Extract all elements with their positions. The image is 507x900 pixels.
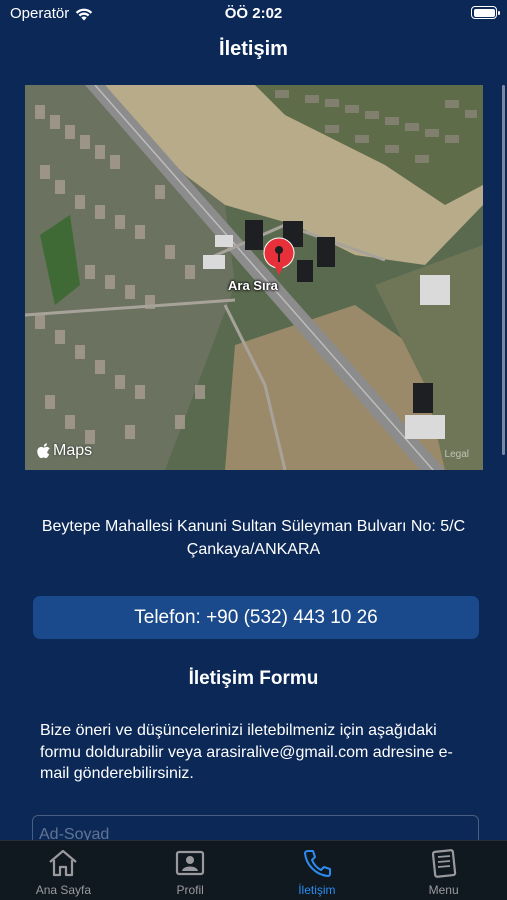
menu-book-icon — [431, 849, 456, 878]
map-legal-link[interactable]: Legal — [445, 449, 469, 460]
page-title: İletişim — [219, 38, 288, 60]
map-view[interactable]: Ara Sıra Maps Legal — [25, 85, 483, 470]
battery-icon — [471, 6, 500, 19]
address-text: Beytepe Mahallesi Kanuni Sultan Süleyman… — [41, 518, 466, 558]
map-pin-label: Ara Sıra — [228, 278, 278, 293]
maps-logo: Maps — [37, 442, 92, 460]
status-time: ÖÖ 2:02 — [224, 5, 283, 22]
tab-menu-label: Menu — [428, 883, 459, 897]
home-icon — [49, 849, 78, 877]
tab-profile[interactable]: Profil — [127, 841, 254, 900]
tab-menu[interactable]: Menu — [380, 841, 507, 900]
location-pin-icon[interactable] — [263, 237, 295, 277]
status-bar: Operatör ÖÖ 2:02 — [0, 0, 507, 28]
phone-button[interactable]: Telefon: +90 (532) 443 10 26 — [33, 596, 479, 639]
tab-contact-label: İletişim — [298, 883, 336, 897]
maps-logo-text: Maps — [53, 442, 93, 459]
tab-home[interactable]: Ana Sayfa — [0, 841, 127, 900]
scroll-indicator — [502, 85, 505, 455]
form-description: Bize öneri ve düşüncelerinizi iletebilme… — [40, 722, 453, 782]
tab-profile-label: Profil — [176, 883, 204, 897]
form-title: İletişim Formu — [188, 668, 319, 689]
tab-home-label: Ana Sayfa — [35, 883, 92, 897]
tab-bar: Ana Sayfa Profil İletişim Menu — [0, 840, 507, 900]
apple-logo-icon — [37, 443, 50, 459]
profile-icon — [176, 850, 205, 876]
phone-icon — [303, 850, 331, 877]
tab-contact[interactable]: İletişim — [254, 841, 381, 900]
